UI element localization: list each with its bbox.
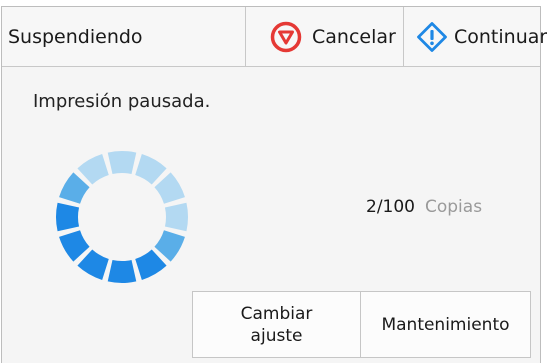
spinner-segment	[154, 172, 185, 204]
spinner-segment	[164, 202, 188, 232]
cancel-button[interactable]: Cancelar	[245, 7, 403, 66]
change-settings-label-line2: ajuste	[250, 325, 303, 346]
continue-button[interactable]: Continuar	[403, 7, 547, 66]
top-bar: Suspendiendo Cancelar Continuar	[2, 7, 547, 67]
print-status-panel: Suspendiendo Cancelar Continuar Impresió…	[1, 6, 547, 363]
change-settings-button[interactable]: Cambiar ajuste	[193, 292, 361, 357]
status-message: Impresión pausada.	[33, 91, 211, 112]
bottom-actions: Cambiar ajuste Mantenimiento	[192, 291, 531, 358]
spinner-segment	[135, 154, 167, 185]
spinner-segment	[56, 202, 80, 232]
continue-label: Continuar	[454, 25, 547, 48]
copy-unit: Copias	[425, 197, 483, 217]
stop-icon	[270, 21, 302, 53]
continue-icon	[416, 21, 448, 53]
loading-spinner-icon	[54, 149, 190, 285]
spinner-segment	[107, 151, 137, 175]
maintenance-button[interactable]: Mantenimiento	[361, 292, 530, 357]
copy-counter: 2/100 Copias	[366, 197, 482, 217]
copy-count: 2/100	[366, 197, 415, 217]
spinner-segment	[77, 249, 109, 280]
cancel-label: Cancelar	[312, 25, 396, 48]
spinner-segment	[59, 230, 90, 262]
spinner-segment	[135, 249, 167, 280]
spinner-segment	[107, 259, 137, 283]
spinner-segment	[77, 154, 109, 185]
spinner-segment	[59, 172, 90, 204]
status-label: Suspendiendo	[8, 25, 143, 48]
spinner-segment	[154, 230, 185, 262]
change-settings-label-line1: Cambiar	[240, 303, 313, 324]
